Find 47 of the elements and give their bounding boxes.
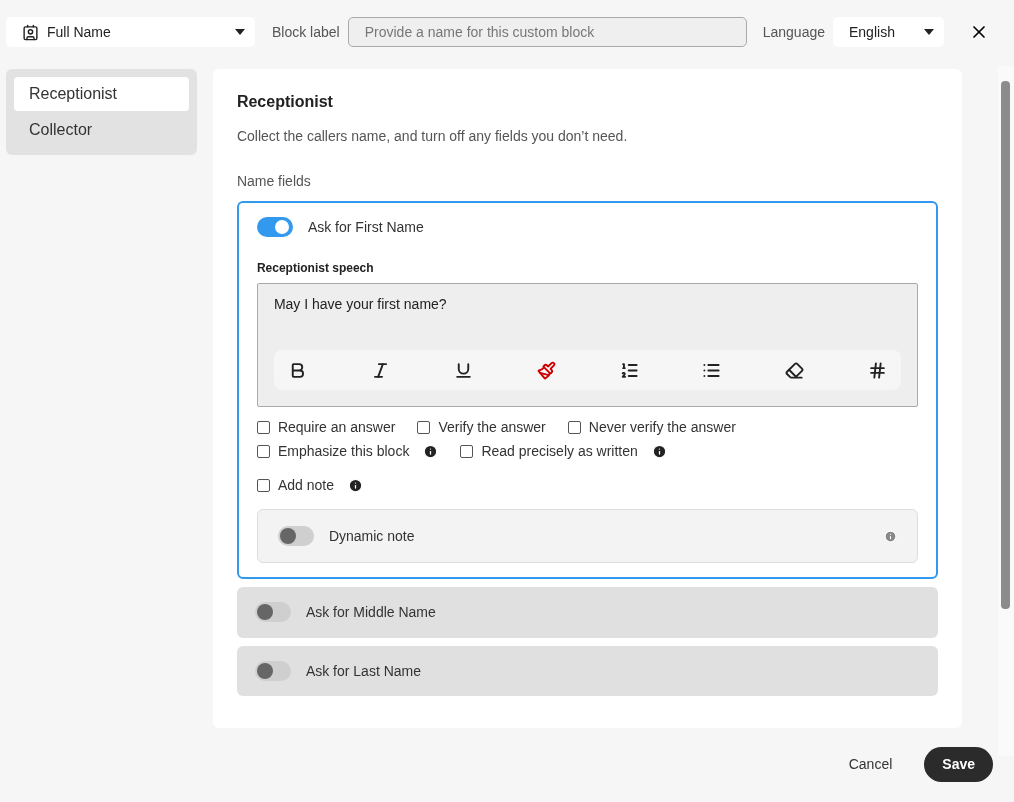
dynamic-note-label: Dynamic note	[328, 528, 415, 544]
field-toggle-label: Ask for Middle Name	[305, 604, 436, 621]
field-toggle-label: Ask for Last Name	[305, 662, 422, 679]
contact-card-icon	[22, 23, 39, 41]
info-icon[interactable]	[423, 443, 439, 459]
checkbox-label: Read precisely as written	[481, 443, 638, 459]
info-icon[interactable]	[651, 443, 667, 459]
speech-text: May I have your first name?	[273, 296, 448, 314]
field-toggle-label: Ask for First Name	[307, 219, 424, 235]
checkbox[interactable]	[256, 478, 270, 492]
cancel-button[interactable]: Cancel	[830, 746, 911, 782]
checkbox[interactable]	[567, 420, 581, 434]
section-label: Name fields	[236, 173, 312, 189]
block-label-input[interactable]: Provide a name for this custom block	[347, 17, 747, 47]
sidebar-item[interactable]: Collector	[14, 113, 189, 147]
sidebar-item[interactable]: Receptionist	[14, 77, 189, 111]
language-dropdown[interactable]: English	[833, 17, 944, 47]
numbered-list-icon[interactable]	[619, 360, 639, 380]
checkbox[interactable]	[417, 420, 431, 434]
toggle-switch[interactable]	[256, 217, 293, 237]
toggle-switch[interactable]	[277, 526, 314, 546]
info-icon[interactable]	[347, 477, 363, 493]
caret-icon	[235, 29, 245, 35]
panel-description: Collect the callers name, and turn off any fields you don’t need.	[236, 128, 629, 144]
checkbox-label: Emphasize this block	[277, 443, 410, 459]
checkbox-label: Never verify the answer	[588, 419, 736, 435]
block-type-dropdown[interactable]: Full Name	[6, 17, 255, 47]
underline-icon[interactable]	[453, 360, 473, 380]
checkbox[interactable]	[256, 420, 270, 434]
panel-title: Receptionist	[236, 93, 334, 111]
save-button[interactable]: Save	[924, 746, 993, 782]
checkbox[interactable]	[460, 444, 474, 458]
checkbox[interactable]	[256, 444, 270, 458]
block-label-label: Block label	[272, 24, 340, 40]
eraser-icon[interactable]	[785, 360, 805, 380]
toggle-switch[interactable]	[254, 602, 291, 623]
language-label: Language	[762, 24, 825, 40]
checkbox-label: Verify the answer	[438, 419, 546, 435]
toggle-switch[interactable]	[254, 660, 291, 681]
hash-icon[interactable]	[868, 360, 888, 380]
checkbox-label: Require an answer	[277, 419, 396, 435]
speech-label: Receptionist speech	[256, 261, 375, 275]
brush-icon[interactable]	[536, 360, 556, 380]
speech-editor[interactable]: May I have your first name?	[256, 283, 919, 407]
caret-icon	[924, 29, 934, 35]
checkbox-label: Add note	[277, 477, 334, 493]
scrollbar[interactable]	[998, 66, 1014, 756]
